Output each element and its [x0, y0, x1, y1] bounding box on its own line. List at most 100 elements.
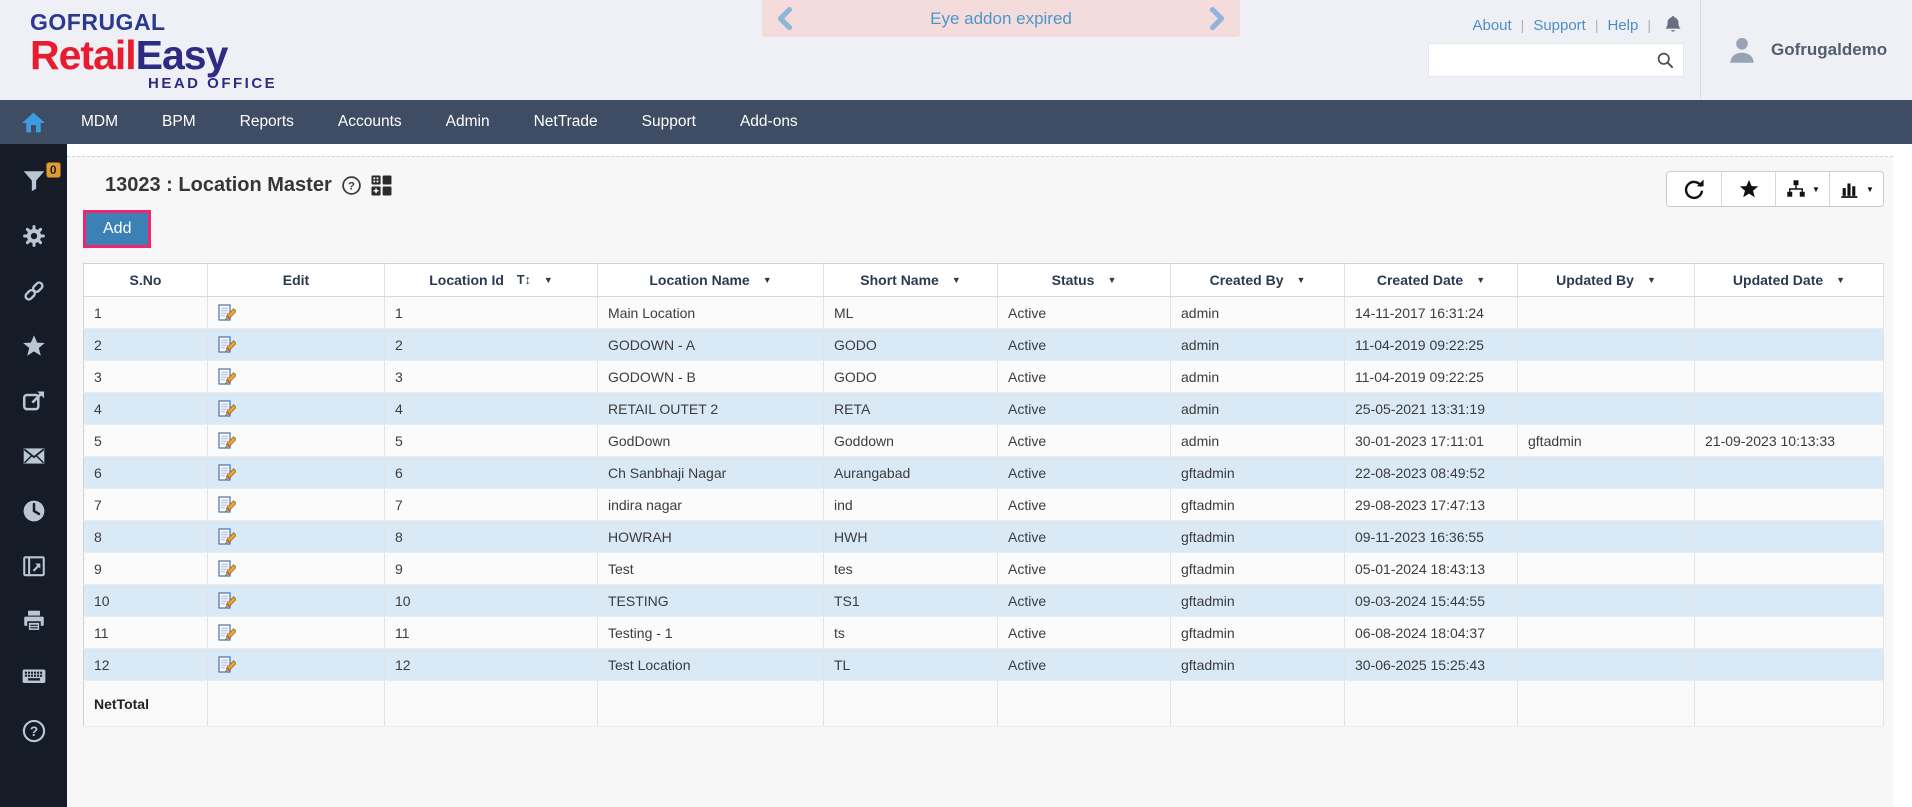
link-separator: | [1520, 17, 1525, 33]
search-icon[interactable] [1655, 50, 1675, 70]
user-menu[interactable]: Gofrugaldemo [1700, 0, 1912, 100]
edit-button[interactable] [218, 368, 236, 386]
nav-item-add-ons[interactable]: Add-ons [740, 113, 798, 131]
cell-edit [207, 520, 385, 553]
top-link-help[interactable]: Help [1608, 17, 1639, 34]
nav-item-mdm[interactable]: MDM [81, 113, 118, 131]
notification-bell-icon[interactable] [1662, 14, 1684, 36]
cell-short_name: GODO [823, 328, 998, 361]
edit-button[interactable] [218, 624, 236, 642]
cell-created_date: 09-03-2024 15:44:55 [1344, 584, 1518, 617]
cell-edit [207, 584, 385, 617]
filter-caret-icon[interactable]: ▼ [1107, 275, 1116, 285]
edit-button[interactable] [218, 304, 236, 322]
net-total-cell [384, 680, 598, 727]
filter-caret-icon[interactable]: ▼ [952, 275, 961, 285]
cell-created_date: 29-08-2023 17:47:13 [1344, 488, 1518, 521]
edit-button[interactable] [218, 496, 236, 514]
column-header-status[interactable]: Status ▼ [997, 263, 1171, 297]
print-icon[interactable] [21, 608, 47, 634]
link-icon[interactable] [21, 278, 47, 304]
main-area: 0 ? 13023: Location Master ? ▼ ▼ Add S.… [0, 144, 1912, 807]
table-row: 10 10 TESTING TS1 Active gftadmin 09-03-2024 … [83, 584, 1884, 617]
cell-location_id: 4 [384, 392, 598, 425]
global-search-box [1428, 43, 1684, 77]
add-button[interactable]: Add [86, 213, 149, 245]
cell-created_date: 09-11-2023 16:36:55 [1344, 520, 1518, 553]
edit-button[interactable] [218, 656, 236, 674]
column-header-updated_date[interactable]: Updated Date ▼ [1694, 263, 1884, 297]
home-button[interactable] [0, 100, 67, 144]
nav-item-support[interactable]: Support [642, 113, 696, 131]
top-link-about[interactable]: About [1472, 17, 1511, 34]
cell-status: Active [997, 552, 1171, 585]
cell-edit [207, 328, 385, 361]
column-header-location_id[interactable]: Location Id T↕ ▼ [384, 263, 598, 297]
prev-notification-icon[interactable] [776, 6, 794, 31]
edit-button[interactable] [218, 336, 236, 354]
table-row: 12 12 Test Location TL Active gftadmin 30-06-… [83, 648, 1884, 681]
nav-item-admin[interactable]: Admin [446, 113, 490, 131]
sort-icon[interactable]: T↕ [517, 273, 531, 287]
cell-status: Active [997, 488, 1171, 521]
table-row: 8 8 HOWRAH HWH Active gftadmin 09-11-2023 16:… [83, 520, 1884, 553]
cell-location_name: Test Location [597, 648, 824, 681]
search-input[interactable] [1429, 44, 1655, 76]
cell-status: Active [997, 456, 1171, 489]
cell-created_by: admin [1170, 328, 1345, 361]
grid-shortcut-icon[interactable] [371, 175, 392, 196]
window-refresh-icon[interactable] [21, 553, 47, 579]
table-row: 9 9 Test tes Active gftadmin 05-01-2024 18:43… [83, 552, 1884, 585]
cell-location_name: GODOWN - A [597, 328, 824, 361]
edit-button[interactable] [218, 528, 236, 546]
edit-button[interactable] [218, 400, 236, 418]
cell-updated_by: gftadmin [1517, 424, 1695, 457]
filter-caret-icon[interactable]: ▼ [1297, 275, 1306, 285]
edit-button[interactable] [218, 464, 236, 482]
cell-location_name: Ch Sanbhaji Nagar [597, 456, 824, 489]
nav-item-accounts[interactable]: Accounts [338, 113, 402, 131]
location-master-table: S.No Edit Location Id T↕ ▼ Location Name ▼ Shor… [83, 263, 1884, 727]
star-favorites-icon[interactable] [21, 333, 47, 359]
top-link-support[interactable]: Support [1533, 17, 1586, 34]
filter-caret-icon[interactable]: ▼ [1647, 275, 1656, 285]
chart-view-button[interactable]: ▼ [1829, 172, 1883, 206]
refresh-button[interactable] [1667, 172, 1721, 206]
column-header-short_name[interactable]: Short Name ▼ [823, 263, 998, 297]
cell-short_name: GODO [823, 360, 998, 393]
column-header-created_date[interactable]: Created Date ▼ [1344, 263, 1518, 297]
filter-caret-icon[interactable]: ▼ [763, 275, 772, 285]
next-notification-icon[interactable] [1208, 6, 1226, 31]
filter-caret-icon[interactable]: ▼ [1836, 275, 1845, 285]
column-header-updated_by[interactable]: Updated By ▼ [1517, 263, 1695, 297]
column-label: Updated Date [1732, 272, 1824, 288]
top-right-area: About | Support | Help | [1428, 14, 1684, 77]
filter-caret-icon[interactable]: ▼ [1476, 275, 1485, 285]
page-help-icon[interactable]: ? [341, 175, 362, 196]
nav-item-nettrade[interactable]: NetTrade [534, 113, 598, 131]
cell-created_by: admin [1170, 392, 1345, 425]
keyboard-icon[interactable] [21, 663, 47, 689]
column-header-created_by[interactable]: Created By ▼ [1170, 263, 1345, 297]
hierarchy-view-button[interactable]: ▼ [1775, 172, 1829, 206]
cell-sno: 12 [83, 648, 208, 681]
notification-banner: Eye addon expired [762, 0, 1240, 37]
cell-created_date: 11-04-2019 09:22:25 [1344, 360, 1518, 393]
nav-item-bpm[interactable]: BPM [162, 113, 196, 131]
filter-icon[interactable]: 0 [21, 162, 61, 194]
favorite-button[interactable] [1721, 172, 1775, 206]
edit-button[interactable] [218, 432, 236, 450]
cell-updated_date [1694, 456, 1884, 489]
filter-caret-icon[interactable]: ▼ [544, 275, 553, 285]
column-header-location_name[interactable]: Location Name ▼ [597, 263, 824, 297]
edit-button[interactable] [218, 592, 236, 610]
cell-location_id: 8 [384, 520, 598, 553]
edit-button[interactable] [218, 560, 236, 578]
nav-item-reports[interactable]: Reports [240, 113, 294, 131]
settings-gear-icon[interactable] [21, 223, 47, 249]
clock-history-icon[interactable] [21, 498, 47, 524]
notification-text: Eye addon expired [930, 8, 1072, 28]
share-export-icon[interactable] [21, 388, 47, 414]
mail-icon[interactable] [21, 443, 47, 469]
help-icon[interactable]: ? [21, 718, 47, 744]
